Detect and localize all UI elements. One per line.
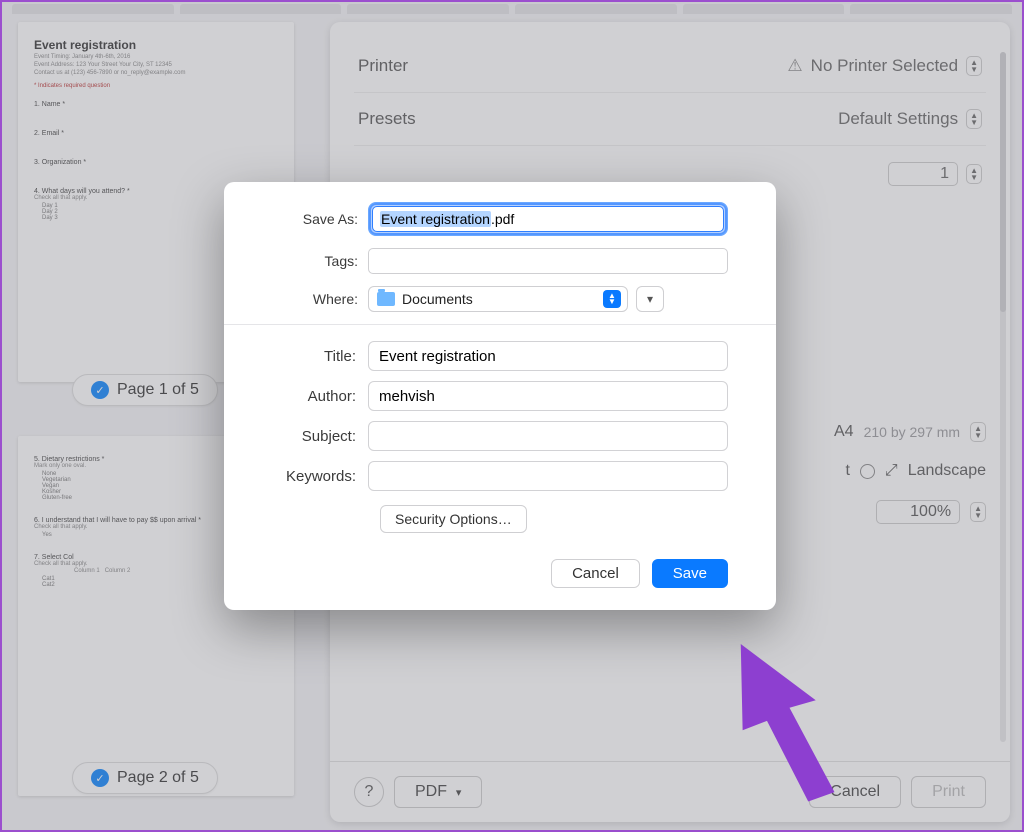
subject-input[interactable] [368,421,728,451]
save-as-input[interactable] [372,206,724,232]
tags-input[interactable] [368,248,728,274]
subject-label: Subject: [272,428,368,445]
expand-save-button[interactable]: ▾ [636,286,664,312]
folder-icon [377,292,395,306]
annotation-arrow-icon [722,634,872,809]
cancel-button[interactable]: Cancel [551,559,640,588]
keywords-label: Keywords: [272,468,368,485]
save-as-label: Save As: [272,211,368,227]
security-options-button[interactable]: Security Options… [380,505,527,533]
title-label: Title: [272,348,368,365]
updown-icon: ▲▼ [603,290,621,308]
save-sheet: Save As: Event registration.pdf Tags: Wh… [224,182,776,610]
chevron-down-icon: ▾ [647,292,653,306]
author-input[interactable] [368,381,728,411]
where-popup[interactable]: Documents ▲▼ [368,286,628,312]
title-input[interactable] [368,341,728,371]
author-label: Author: [272,388,368,405]
tags-label: Tags: [272,253,368,269]
save-button[interactable]: Save [652,559,728,588]
where-value: Documents [402,291,473,307]
where-label: Where: [272,291,368,307]
keywords-input[interactable] [368,461,728,491]
